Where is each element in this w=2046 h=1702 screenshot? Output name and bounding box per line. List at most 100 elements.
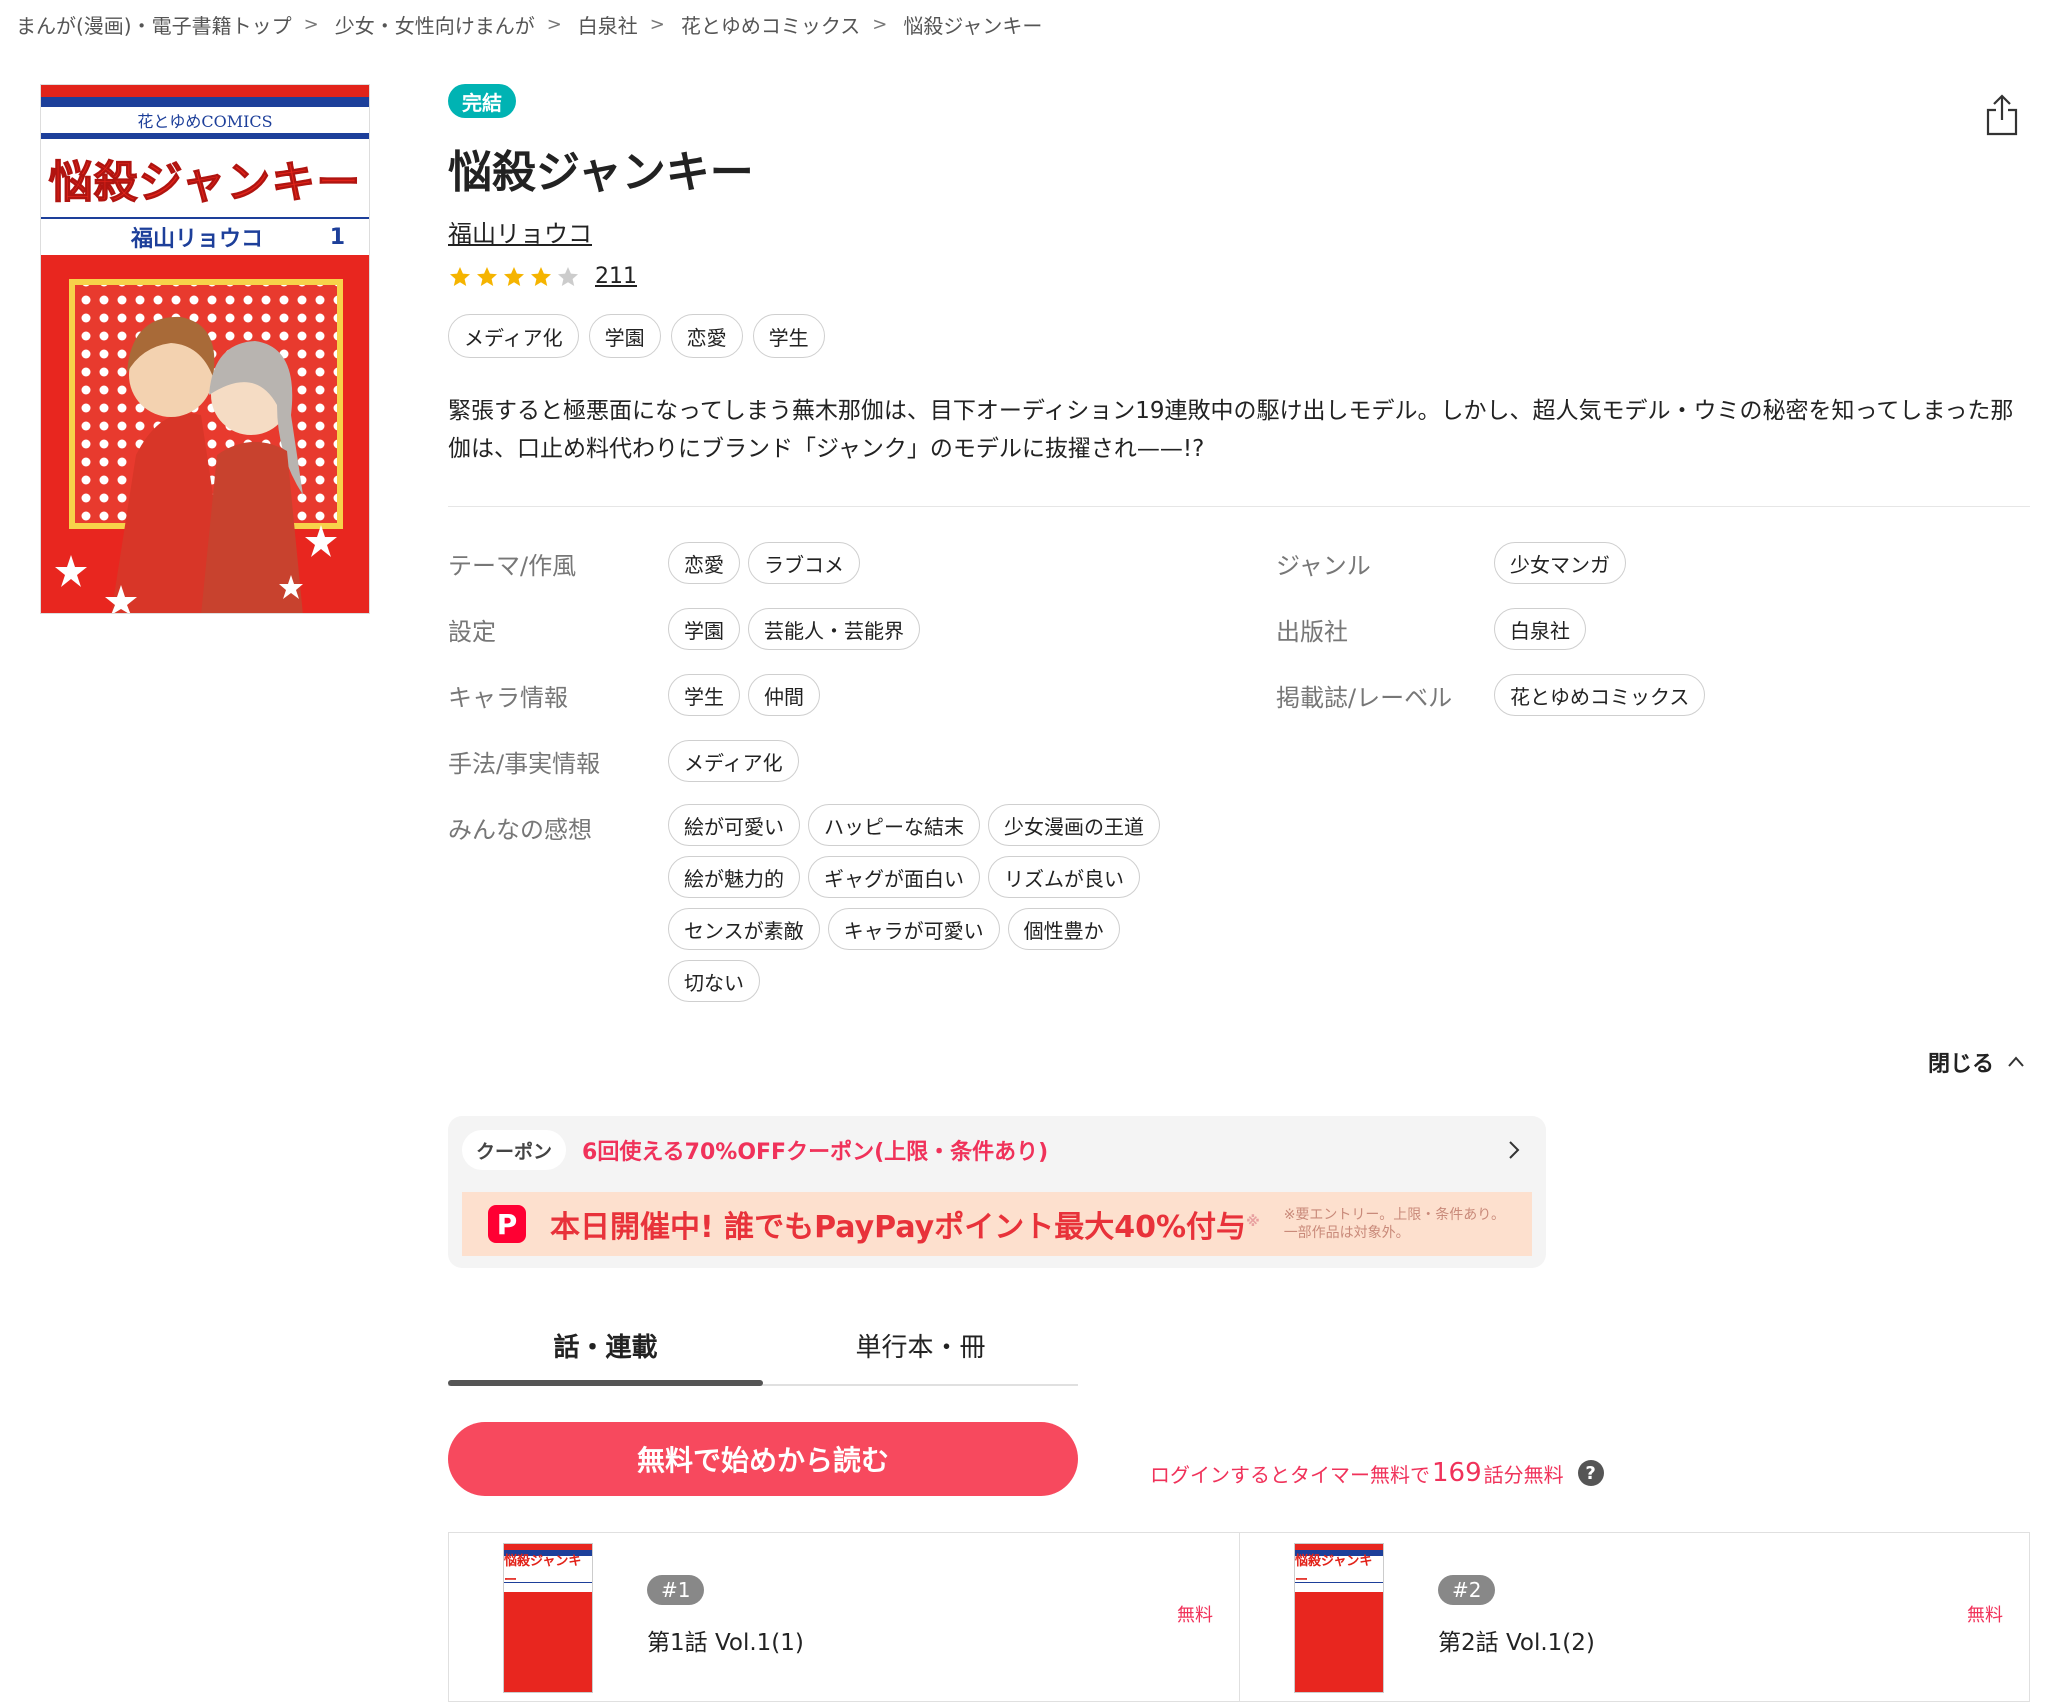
attr-chip[interactable]: ギャグが面白い (808, 856, 980, 898)
close-details-button[interactable]: 閉じる (1928, 1046, 2026, 1078)
breadcrumb-separator: > (649, 14, 665, 35)
close-label: 閉じる (1928, 1052, 1995, 1077)
star-icon (477, 266, 497, 286)
paypay-campaign-text: 本日開催中! 誰でもPayPayポイント最大40%付与※ (550, 1202, 1260, 1246)
help-icon[interactable]: ? (1577, 1460, 1604, 1486)
top-tag-list: メディア化 学園 恋愛 学生 (448, 314, 825, 358)
thumb-title: 悩殺ジャンキー (504, 1554, 592, 1588)
attr-chip[interactable]: 切ない (668, 960, 760, 1002)
coupon-row[interactable]: クーポン 6回使える70%OFFクーポン(上限・条件あり) (462, 1128, 1532, 1172)
attr-chip[interactable]: 少女マンガ (1494, 542, 1626, 584)
episode-price: 無料 (1967, 1605, 2003, 1626)
coupon-panel: クーポン 6回使える70%OFFクーポン(上限・条件あり) P 本日開催中! 誰… (448, 1116, 1546, 1268)
star-empty-icon (558, 266, 578, 286)
attr-chip[interactable]: 学園 (668, 608, 740, 650)
cover-author: 福山リョウコ (131, 227, 264, 252)
attr-chip[interactable]: センスが素敵 (668, 908, 820, 950)
page-title: 悩殺ジャンキー (448, 147, 754, 198)
author-link[interactable]: 福山リョウコ (448, 214, 592, 249)
attr-chip[interactable]: ハッピーな結末 (808, 804, 980, 846)
breadcrumb-separator: > (546, 14, 562, 35)
paypay-campaign-main: 本日開催中! 誰でもPayPayポイント最大40%付与 (550, 1210, 1247, 1245)
attr-chip[interactable]: リズムが良い (988, 856, 1140, 898)
cover-label: 花とゆめCOMICS (41, 107, 369, 133)
share-icon[interactable] (1984, 92, 2020, 136)
attr-chip[interactable]: キャラが可愛い (827, 908, 1000, 950)
breadcrumb-item-top[interactable]: まんが(漫画)・電子書籍トップ (16, 10, 292, 39)
episode-number-badge: #1 (647, 1575, 705, 1605)
chevron-right-icon (1509, 1141, 1520, 1159)
attr-label-magazine: 掲載誌/レーベル (1276, 684, 1453, 712)
breadcrumb-item-shojo[interactable]: 少女・女性向けまんが (335, 10, 535, 39)
attr-label-theme: テーマ/作風 (448, 552, 577, 580)
attr-chip[interactable]: 恋愛 (668, 542, 740, 584)
breadcrumb-item-label[interactable]: 花とゆめコミックス (681, 10, 860, 39)
tag-chip[interactable]: 学生 (752, 314, 825, 358)
tab-volumes[interactable]: 単行本・冊 (763, 1306, 1078, 1384)
attr-chips-genre: 少女マンガ (1494, 542, 1626, 584)
episode-number-badge: #2 (1438, 1575, 1496, 1605)
breadcrumb-item-current: 悩殺ジャンキー (903, 14, 1043, 38)
episode-item[interactable]: 悩殺ジャンキー #2 第2話 Vol.1(2) 無料 (1239, 1533, 2029, 1702)
attr-chip[interactable]: 少女漫画の王道 (988, 804, 1160, 846)
breadcrumb: まんが(漫画)・電子書籍トップ > 少女・女性向けまんが > 白泉社 > 花とゆ… (16, 10, 1042, 39)
cover-title: 悩殺ジャンキー (41, 139, 369, 217)
cover-stripe (41, 97, 369, 107)
cover-stripe (41, 85, 369, 97)
attr-chip[interactable]: 花とゆめコミックス (1494, 674, 1706, 716)
breadcrumb-separator: > (303, 14, 319, 35)
attr-chips-setting: 学園 芸能人・芸能界 (668, 608, 1228, 650)
star-icon (531, 266, 551, 286)
breadcrumb-separator: > (872, 14, 888, 35)
attr-label-method: 手法/事実情報 (448, 750, 601, 778)
coupon-tag: クーポン (462, 1130, 567, 1170)
attr-label-character: キャラ情報 (448, 684, 568, 712)
tag-chip[interactable]: 学園 (588, 314, 661, 358)
attr-chip[interactable]: 仲間 (748, 674, 820, 716)
coupon-text: 6回使える70%OFFクーポン(上限・条件あり) (582, 1140, 1049, 1165)
attr-chips-publisher: 白泉社 (1494, 608, 1586, 650)
star-icon (504, 266, 524, 286)
login-note-prefix: ログインするとタイマー無料で (1150, 1462, 1430, 1487)
attr-chip[interactable]: 学生 (668, 674, 740, 716)
paypay-banner[interactable]: P 本日開催中! 誰でもPayPayポイント最大40%付与※ ※要エントリー。上… (462, 1192, 1532, 1256)
attr-chips-theme: 恋愛 ラブコメ (668, 542, 1228, 584)
chevron-up-icon (2008, 1056, 2024, 1067)
login-note-count: 169 (1432, 1458, 1482, 1488)
cover-volume: 1 (329, 224, 345, 250)
episode-price: 無料 (1177, 1605, 1213, 1626)
synopsis: 緊張すると極悪面になってしまう蕪木那伽は、目下オーディション19連敗中の駆け出し… (448, 398, 2014, 462)
episode-item[interactable]: 悩殺ジャンキー #1 第1話 Vol.1(1) 無料 (449, 1533, 1239, 1702)
episode-list: 悩殺ジャンキー #1 第1話 Vol.1(1) 無料 悩殺ジャンキー #2 第2… (448, 1532, 2030, 1702)
paypay-note: ※要エントリー。上限・条件あり。 一部作品は対象外。 (1284, 1206, 1505, 1242)
attr-chip[interactable]: 個性豊か (1007, 908, 1120, 950)
attr-chip[interactable]: 白泉社 (1494, 608, 1586, 650)
paypay-note-line: ※要エントリー。上限・条件あり。 (1283, 1207, 1505, 1223)
attr-chip[interactable]: ラブコメ (748, 542, 860, 584)
attr-label-genre: ジャンル (1276, 552, 1371, 580)
login-free-note[interactable]: ログインするとタイマー無料で 169 話分無料 ? (1150, 1458, 1604, 1488)
tag-chip[interactable]: メディア化 (448, 314, 579, 358)
rating: 211 (448, 264, 637, 289)
read-free-button[interactable]: 無料で始めから読む (448, 1422, 1078, 1496)
tab-episodes[interactable]: 話・連載 (448, 1306, 763, 1386)
attr-chips-magazine: 花とゆめコミックス (1494, 674, 1706, 716)
attr-chip[interactable]: 絵が魅力的 (668, 856, 800, 898)
book-cover[interactable]: 花とゆめCOMICS 悩殺ジャンキー 福山リョウコ 1 (40, 84, 370, 614)
review-count-link[interactable]: 211 (595, 264, 637, 289)
attr-chips-character: 学生 仲間 (668, 674, 1228, 716)
episode-title: 第2話 Vol.1(2) (1438, 1630, 1595, 1656)
breadcrumb-item-publisher[interactable]: 白泉社 (578, 10, 638, 39)
attr-chip[interactable]: 絵が可愛い (668, 804, 800, 846)
attr-label-impressions: みんなの感想 (448, 816, 592, 844)
episode-thumbnail: 悩殺ジャンキー (1294, 1543, 1384, 1693)
episode-thumbnail: 悩殺ジャンキー (503, 1543, 593, 1693)
attr-chip[interactable]: メディア化 (668, 740, 799, 782)
login-note-suffix: 話分無料 (1483, 1462, 1564, 1487)
episode-title: 第1話 Vol.1(1) (647, 1630, 804, 1656)
tag-chip[interactable]: 恋愛 (670, 314, 743, 358)
attr-chip[interactable]: 芸能人・芸能界 (748, 608, 920, 650)
paypay-campaign-mark: ※ (1246, 1214, 1260, 1230)
cover-illustration (41, 255, 369, 613)
attr-label-publisher: 出版社 (1276, 618, 1348, 646)
